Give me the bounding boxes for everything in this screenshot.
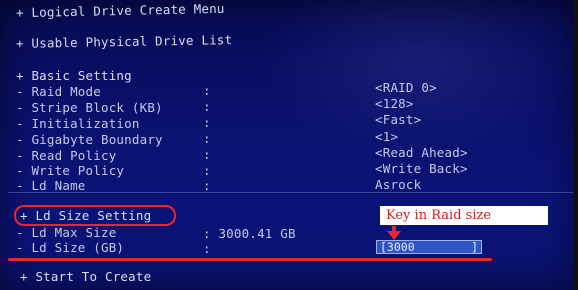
ld-size-input[interactable]: [3000 ] (376, 240, 482, 254)
setting-write-policy-colon: : (203, 163, 211, 178)
menu-usable-physical-drive-list[interactable]: + Usable Physical Drive List (16, 32, 233, 51)
ld-size-input-value: [3000 (380, 240, 415, 254)
ld-size-gb-colon: : (203, 241, 211, 256)
setting-stripe-block-value[interactable]: <128> (375, 97, 414, 111)
setting-ld-name-label: - Ld Name (16, 178, 86, 193)
ld-size-setting-highlight (14, 205, 176, 226)
setting-initialization-label: - Initialization (16, 116, 140, 131)
setting-ld-name-colon: : (203, 178, 211, 193)
setting-read-policy-value[interactable]: <Read Ahead> (375, 146, 468, 160)
ld-size-gb-label: - Ld Size (GB) (16, 240, 125, 255)
setting-write-policy-label: - Write Policy (16, 163, 125, 178)
start-to-create[interactable]: + Start To Create (20, 270, 151, 284)
menu-logical-drive-create[interactable]: + Logical Drive Create Menu (16, 1, 225, 20)
key-in-raid-size-annotation: Key in Raid size (380, 206, 548, 225)
setting-raid-mode-colon: : (203, 83, 211, 98)
setting-read-policy-label: - Read Policy (16, 148, 117, 163)
bios-screen: + Logical Drive Create Menu + Usable Phy… (0, 0, 578, 290)
setting-write-policy-value[interactable]: <Write Back> (375, 162, 468, 176)
arrow-down-icon (387, 226, 401, 240)
setting-initialization-colon: : (203, 115, 211, 130)
setting-raid-mode-label: - Raid Mode (16, 84, 101, 99)
setting-stripe-block-colon: : (203, 99, 211, 114)
section-divider (8, 192, 573, 193)
annotation-underline (8, 258, 492, 261)
monitor-bezel (574, 0, 578, 290)
setting-raid-mode-value[interactable]: <RAID 0> (375, 81, 437, 95)
setting-gigabyte-boundary-value[interactable]: <1> (375, 130, 398, 144)
setting-gigabyte-boundary-colon: : (203, 131, 211, 146)
setting-ld-name-value[interactable]: Asrock (375, 178, 421, 192)
setting-read-policy-colon: : (203, 147, 211, 162)
setting-stripe-block-label: - Stripe Block (KB) (16, 100, 163, 115)
ld-max-size-label: - Ld Max Size (16, 225, 117, 240)
setting-gigabyte-boundary-label: - Gigabyte Boundary (16, 132, 163, 147)
ld-max-size-value: : 3000.41 GB (203, 226, 296, 241)
setting-initialization-value[interactable]: <Fast> (375, 113, 421, 127)
menu-basic-setting[interactable]: + Basic Setting (16, 69, 132, 83)
ld-size-input-close: ] (471, 240, 478, 254)
